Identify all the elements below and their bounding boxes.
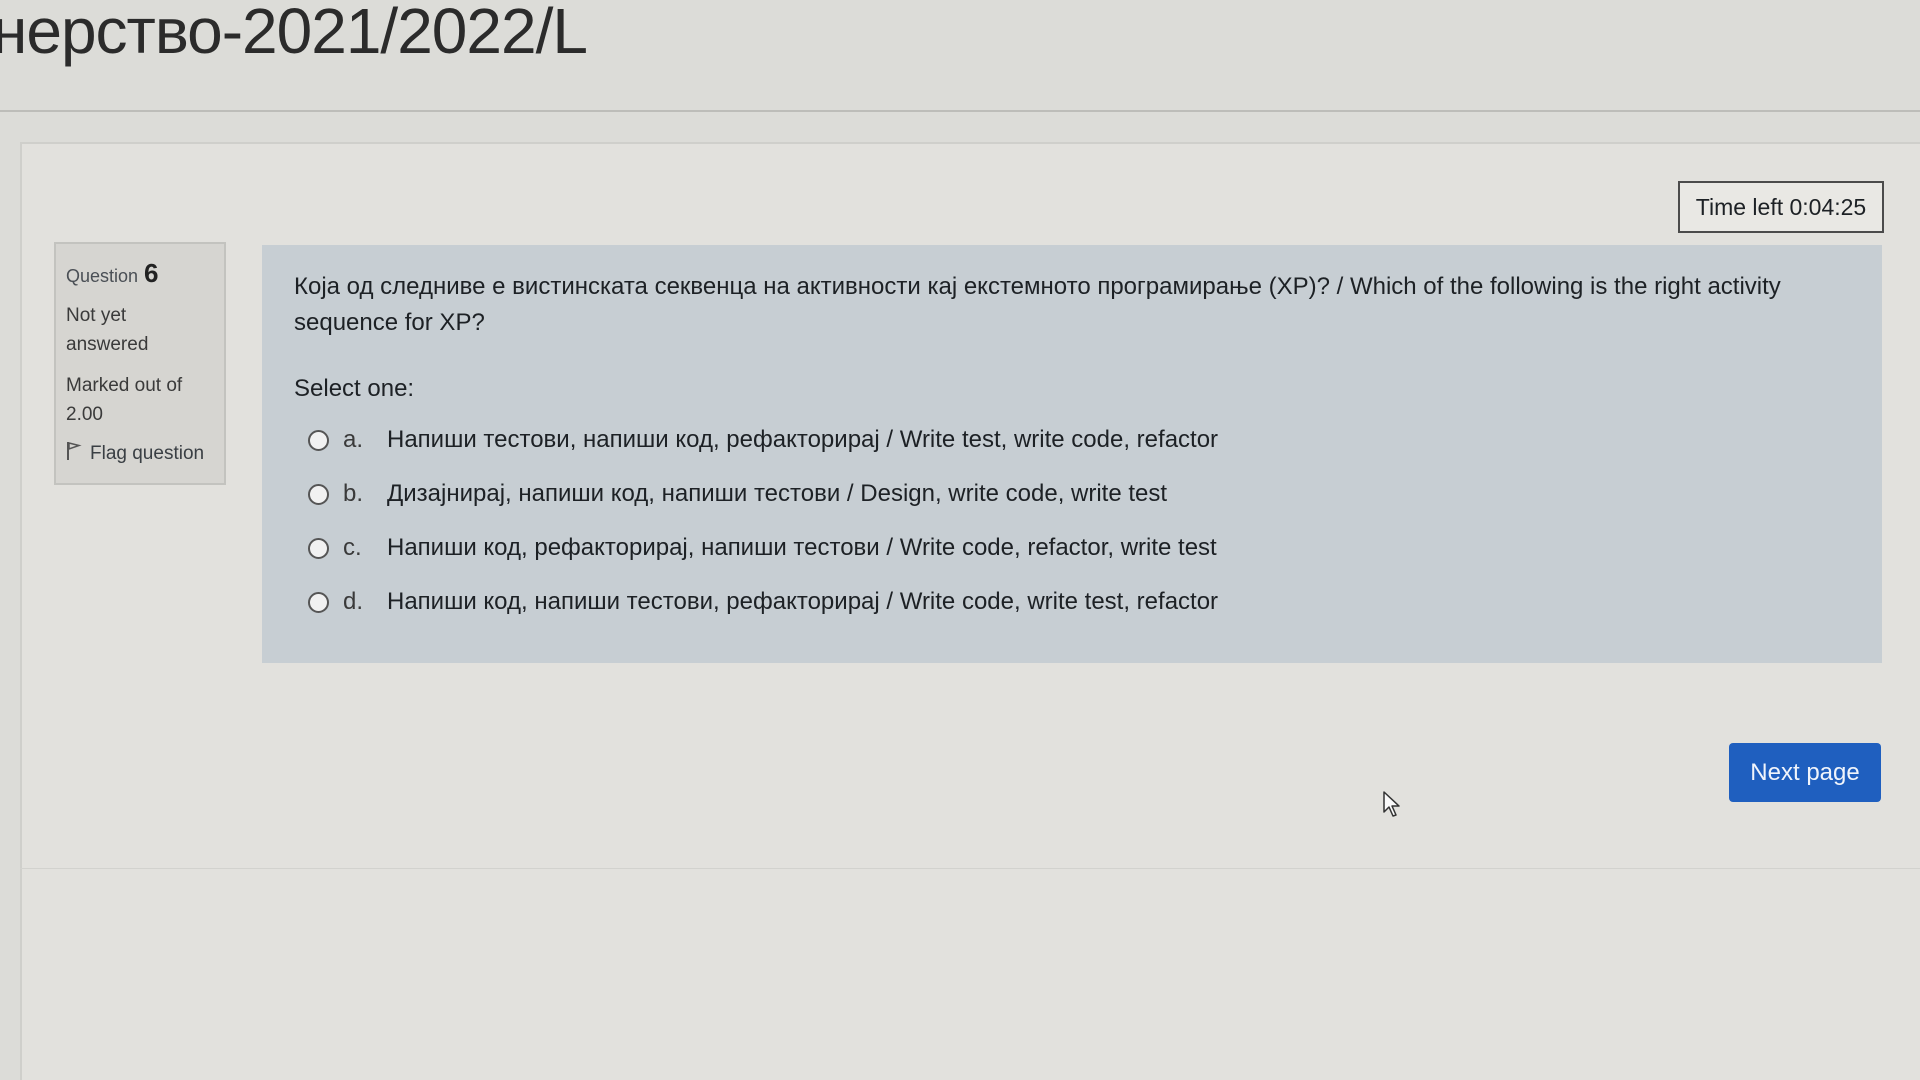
answer-option-c[interactable]: c. Напиши код, рефакторирај, напиши тест… [294, 521, 1850, 575]
timer-text: Time left 0:04:25 [1695, 193, 1867, 220]
title-divider [0, 110, 1920, 112]
answer-letter: d. [343, 588, 364, 615]
answer-text[interactable]: Напиши код, рефакторирај, напиши тестови… [387, 534, 1217, 562]
question-state: Not yet answered [66, 305, 149, 355]
question-text: Која од следниве е вистинската секвенца … [294, 273, 1781, 336]
answer-list: a. Напиши тестови, напиши код, рефактори… [294, 413, 1850, 629]
answer-text[interactable]: Напиши код, напиши тестови, рефакторирај… [387, 588, 1218, 616]
answer-option-a[interactable]: a. Напиши тестови, напиши код, рефактори… [294, 413, 1850, 467]
answer-radio-d[interactable] [308, 591, 329, 613]
question-grade: Marked out of 2.00 [66, 375, 183, 425]
answer-letter: b. [343, 480, 364, 507]
answer-prompt: Select one: [294, 375, 415, 402]
answer-radio-c[interactable] [308, 537, 329, 559]
flag-question-link[interactable]: Flag question [66, 441, 214, 467]
flag-icon [66, 441, 82, 467]
answer-radio-b[interactable] [308, 483, 329, 505]
question-info-panel: Question 6 Not yet answered Marked out o… [54, 242, 226, 485]
footer-divider [20, 868, 1920, 869]
answer-radio-a[interactable] [308, 429, 329, 451]
question-number: Question 6 [66, 258, 214, 289]
answer-letter: a. [343, 426, 364, 453]
question-label: Question [66, 266, 139, 286]
mouse-pointer-icon [1382, 790, 1402, 820]
answer-option-b[interactable]: b. Дизајнирај, напиши код, напиши тестов… [294, 467, 1850, 521]
answer-text[interactable]: Напиши тестови, напиши код, рефакторирај… [387, 426, 1218, 454]
quiz-timer: Time left 0:04:25 [1678, 181, 1884, 233]
question-content: Која од следниве е вистинската секвенца … [262, 245, 1882, 663]
answer-option-d[interactable]: d. Напиши код, напиши тестови, рефактори… [294, 575, 1850, 629]
answer-letter: c. [343, 534, 362, 561]
next-page-button[interactable]: Next page [1729, 743, 1881, 802]
flag-question-label: Flag question [90, 443, 205, 464]
answer-text[interactable]: Дизајнирај, напиши код, напиши тестови /… [387, 480, 1167, 508]
question-number-value: 6 [144, 258, 159, 288]
page-title: нерство-2021/2022/L [0, 0, 588, 67]
